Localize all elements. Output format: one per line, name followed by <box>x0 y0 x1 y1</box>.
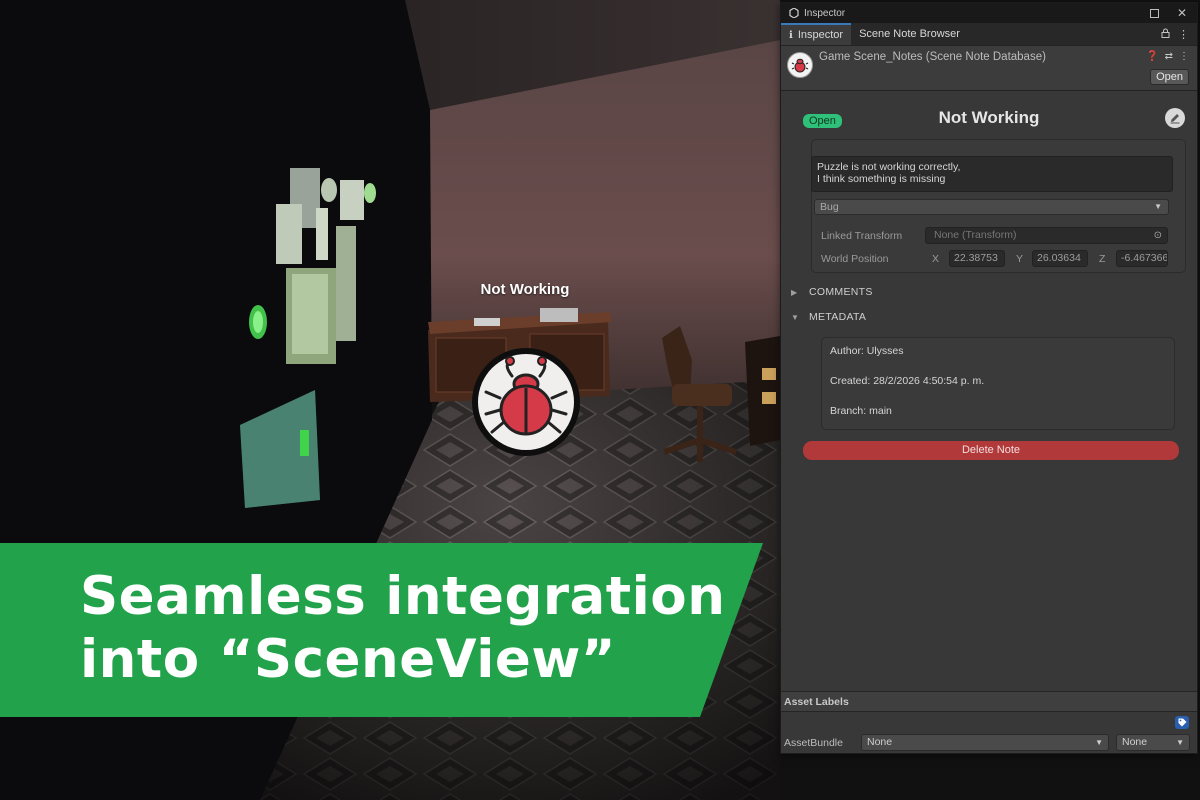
asset-bundle-label: AssetBundle <box>784 737 843 749</box>
tab-inspector-label: Inspector <box>797 29 844 41</box>
description-line-1: Puzzle is not working correctly, <box>817 161 961 173</box>
more-menu-icon[interactable]: ⋮ <box>1178 28 1189 41</box>
banner-line-2: into “SceneView” <box>80 629 617 690</box>
open-button[interactable]: Open <box>1150 69 1189 85</box>
cabinet <box>745 336 780 446</box>
delete-note-button[interactable]: Delete Note <box>803 441 1179 460</box>
x-axis-label: X <box>932 253 940 265</box>
banner-headline: Seamless integration into “SceneView” <box>80 565 725 691</box>
maximize-icon[interactable] <box>1147 6 1161 20</box>
description-line-2: I think something is missing <box>817 173 946 185</box>
comments-label: COMMENTS <box>809 286 873 298</box>
tab-bar: ℹ Inspector Scene Note Browser ⋮ <box>781 23 1197 46</box>
unity-logo-icon <box>789 8 799 18</box>
lock-icon[interactable] <box>1161 28 1170 41</box>
y-axis-label: Y <box>1016 253 1024 265</box>
world-position-label: World Position <box>821 253 889 265</box>
asset-variant-value: None <box>1122 736 1148 748</box>
chevron-down-icon: ▼ <box>1176 738 1184 747</box>
z-axis-label: Z <box>1099 253 1106 265</box>
window-titlebar[interactable]: Inspector ✕ <box>781 3 1197 23</box>
tag-icon[interactable] <box>1175 716 1189 729</box>
info-icon: ℹ <box>789 29 793 41</box>
object-picker-icon[interactable]: ⊙ <box>1154 228 1162 243</box>
tab-scene-note-browser-label: Scene Note Browser <box>859 28 960 40</box>
preset-icon[interactable]: ⇄ <box>1165 51 1173 62</box>
metadata-label: METADATA <box>809 311 867 323</box>
asset-variant-dropdown[interactable]: None ▼ <box>1116 734 1190 751</box>
asset-bundle-dropdown[interactable]: None ▼ <box>861 734 1109 751</box>
position-y-field[interactable]: 26.03634 <box>1032 250 1088 267</box>
metadata-branch: Branch: main <box>830 405 892 417</box>
description-textarea[interactable]: Puzzle is not working correctly, I think… <box>811 156 1173 192</box>
note-type-value: Bug <box>820 201 839 213</box>
metadata-created: Created: 28/2/2026 4:50:54 p. m. <box>830 375 985 387</box>
note-header: Open Not Working <box>781 91 1197 141</box>
close-icon[interactable]: ✕ <box>1175 6 1189 20</box>
linked-transform-value: None (Transform) <box>934 229 1017 241</box>
inspector-window[interactable]: Inspector ✕ ℹ Inspector Scene Note Brows… <box>780 2 1198 754</box>
context-menu-icon[interactable]: ⋮ <box>1179 51 1189 62</box>
linked-transform-label: Linked Transform <box>821 230 903 242</box>
edit-pencil-icon[interactable] <box>1165 108 1185 128</box>
window-title: Inspector <box>804 7 846 19</box>
note-type-dropdown[interactable]: Bug ▼ <box>814 199 1169 215</box>
bug-avatar-icon <box>787 52 813 78</box>
asset-labels-header[interactable]: Asset Labels <box>781 691 1197 712</box>
position-z-field[interactable]: -6.467366 <box>1116 250 1168 267</box>
tab-scene-note-browser[interactable]: Scene Note Browser <box>851 23 968 45</box>
chevron-down-icon: ▼ <box>1095 738 1103 747</box>
asset-title: Game Scene_Notes (Scene Note Database) <box>819 51 1046 63</box>
chevron-down-icon: ▼ <box>791 312 800 322</box>
help-icon[interactable]: ❓ <box>1146 51 1158 62</box>
asset-bundle-value: None <box>867 736 893 748</box>
metadata-foldout[interactable]: ▼ METADATA <box>791 311 866 323</box>
banner-line-1: Seamless integration <box>80 566 726 627</box>
comments-foldout[interactable]: ▶ COMMENTS <box>791 286 873 298</box>
linked-transform-field[interactable]: None (Transform) ⊙ <box>925 227 1168 244</box>
tab-inspector[interactable]: ℹ Inspector <box>781 23 852 45</box>
bug-note-gizmo <box>472 348 580 456</box>
metadata-author: Author: Ulysses <box>830 345 904 357</box>
chevron-down-icon: ▼ <box>1154 202 1162 211</box>
asset-header: Game Scene_Notes (Scene Note Database) ❓… <box>781 46 1197 91</box>
note-title: Not Working <box>938 108 1040 127</box>
position-x-field[interactable]: 22.38753 <box>949 250 1005 267</box>
chevron-right-icon: ▶ <box>791 287 798 297</box>
scene-note-label[interactable]: Not Working <box>470 281 580 298</box>
